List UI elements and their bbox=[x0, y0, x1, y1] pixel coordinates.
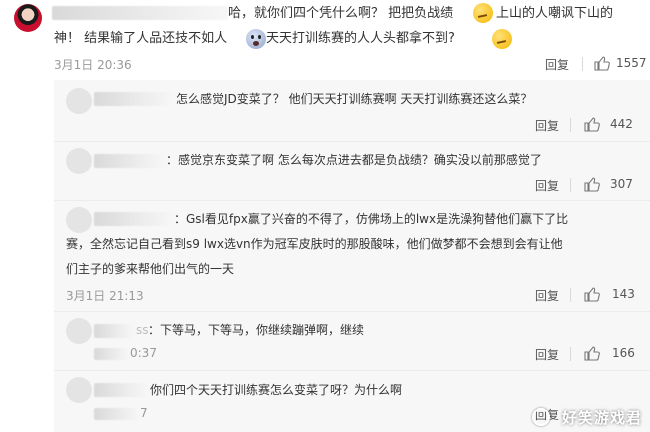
like-count: 442 bbox=[610, 117, 633, 131]
divider bbox=[570, 288, 571, 302]
reply-button[interactable]: 回复 bbox=[535, 117, 559, 134]
like-count: 307 bbox=[610, 177, 633, 191]
thinking-emoji-icon bbox=[473, 3, 493, 23]
avatar[interactable] bbox=[66, 318, 92, 344]
comment-text-line2b: 天天打训练赛的人人头都拿不到? bbox=[266, 31, 455, 46]
reply-date: 7 bbox=[140, 406, 148, 420]
watermark: 好笑游戏君 bbox=[561, 409, 642, 427]
thinking-emoji-icon bbox=[492, 29, 512, 49]
watermark-logo-icon bbox=[532, 408, 550, 426]
reply-date: 0:37 bbox=[130, 346, 157, 360]
username-tail: ss bbox=[136, 323, 149, 337]
thumbs-up-icon[interactable] bbox=[584, 286, 600, 302]
divider bbox=[54, 141, 650, 142]
blurred-username bbox=[94, 154, 166, 168]
divider bbox=[54, 311, 650, 312]
divider bbox=[54, 200, 650, 201]
reply-text-line2: 赛，全然忘记自己看到s9 lwx选vn作为冠军皮肤时的那股酸味，他们做梦都不会想… bbox=[66, 237, 563, 251]
like-count: 1557 bbox=[616, 56, 647, 70]
blurred-username bbox=[52, 6, 228, 20]
reply-text: ：感觉京东变菜了啊 怎么每次点进去都是负战绩？确实没以前那感觉了 bbox=[166, 153, 542, 167]
thumbs-up-icon[interactable] bbox=[584, 116, 600, 132]
reply-date: 3月1日 21:13 bbox=[66, 289, 144, 303]
divider bbox=[54, 370, 650, 371]
like-count: 166 bbox=[612, 346, 635, 360]
divider bbox=[582, 57, 583, 71]
reply-button[interactable]: 回复 bbox=[535, 177, 559, 194]
blurred-username bbox=[94, 92, 174, 106]
avatar[interactable] bbox=[66, 148, 92, 174]
like-count: 143 bbox=[612, 287, 635, 301]
reply-text: ：下等马，下等马，你继续蹦弹啊，继续 bbox=[148, 323, 365, 337]
blurred-username bbox=[94, 383, 148, 397]
avatar[interactable] bbox=[66, 207, 92, 233]
thumbs-up-icon[interactable] bbox=[584, 176, 600, 192]
divider bbox=[570, 118, 571, 132]
thumbs-up-icon[interactable] bbox=[584, 345, 600, 361]
comment-text-line2: 神！ 结果输了人品还技不如人 bbox=[54, 31, 228, 46]
blurred-date bbox=[94, 348, 130, 360]
comment-date: 3月1日 20:36 bbox=[54, 58, 132, 72]
blurred-username bbox=[94, 212, 174, 226]
avatar[interactable] bbox=[66, 377, 92, 403]
reply-button[interactable]: 回复 bbox=[535, 346, 559, 363]
reply-text-line3: 们主子的爹来帮他们出气的一天 bbox=[66, 262, 235, 276]
comment-text-line1: 哈，就你们四个凭什么啊？ 把把负战绩 bbox=[228, 6, 454, 21]
avatar[interactable] bbox=[14, 4, 42, 32]
reply-text: 你们四个天天打训练赛怎么变菜了呀？为什么啊 bbox=[150, 383, 403, 397]
comment-text-line1b: 上山的人嘲讽下山的 bbox=[496, 6, 614, 21]
reply-button[interactable]: 回复 bbox=[535, 287, 559, 304]
avatar[interactable] bbox=[66, 88, 92, 114]
reply-button[interactable]: 回复 bbox=[545, 56, 569, 73]
blurred-username bbox=[94, 324, 134, 338]
scared-emoji-icon bbox=[246, 29, 266, 49]
thumbs-up-icon[interactable] bbox=[594, 55, 610, 71]
blurred-date bbox=[94, 408, 140, 420]
reply-text: 怎么感觉JD变菜了？ 他们天天打训练赛啊 天天打训练赛还这么菜？ bbox=[176, 92, 533, 106]
divider bbox=[570, 347, 571, 361]
divider bbox=[570, 178, 571, 192]
reply-text-line1: ：Gsl看见fpx赢了兴奋的不得了，仿佛场上的lwx是洗澡狗替他们赢下了比 bbox=[174, 212, 569, 226]
